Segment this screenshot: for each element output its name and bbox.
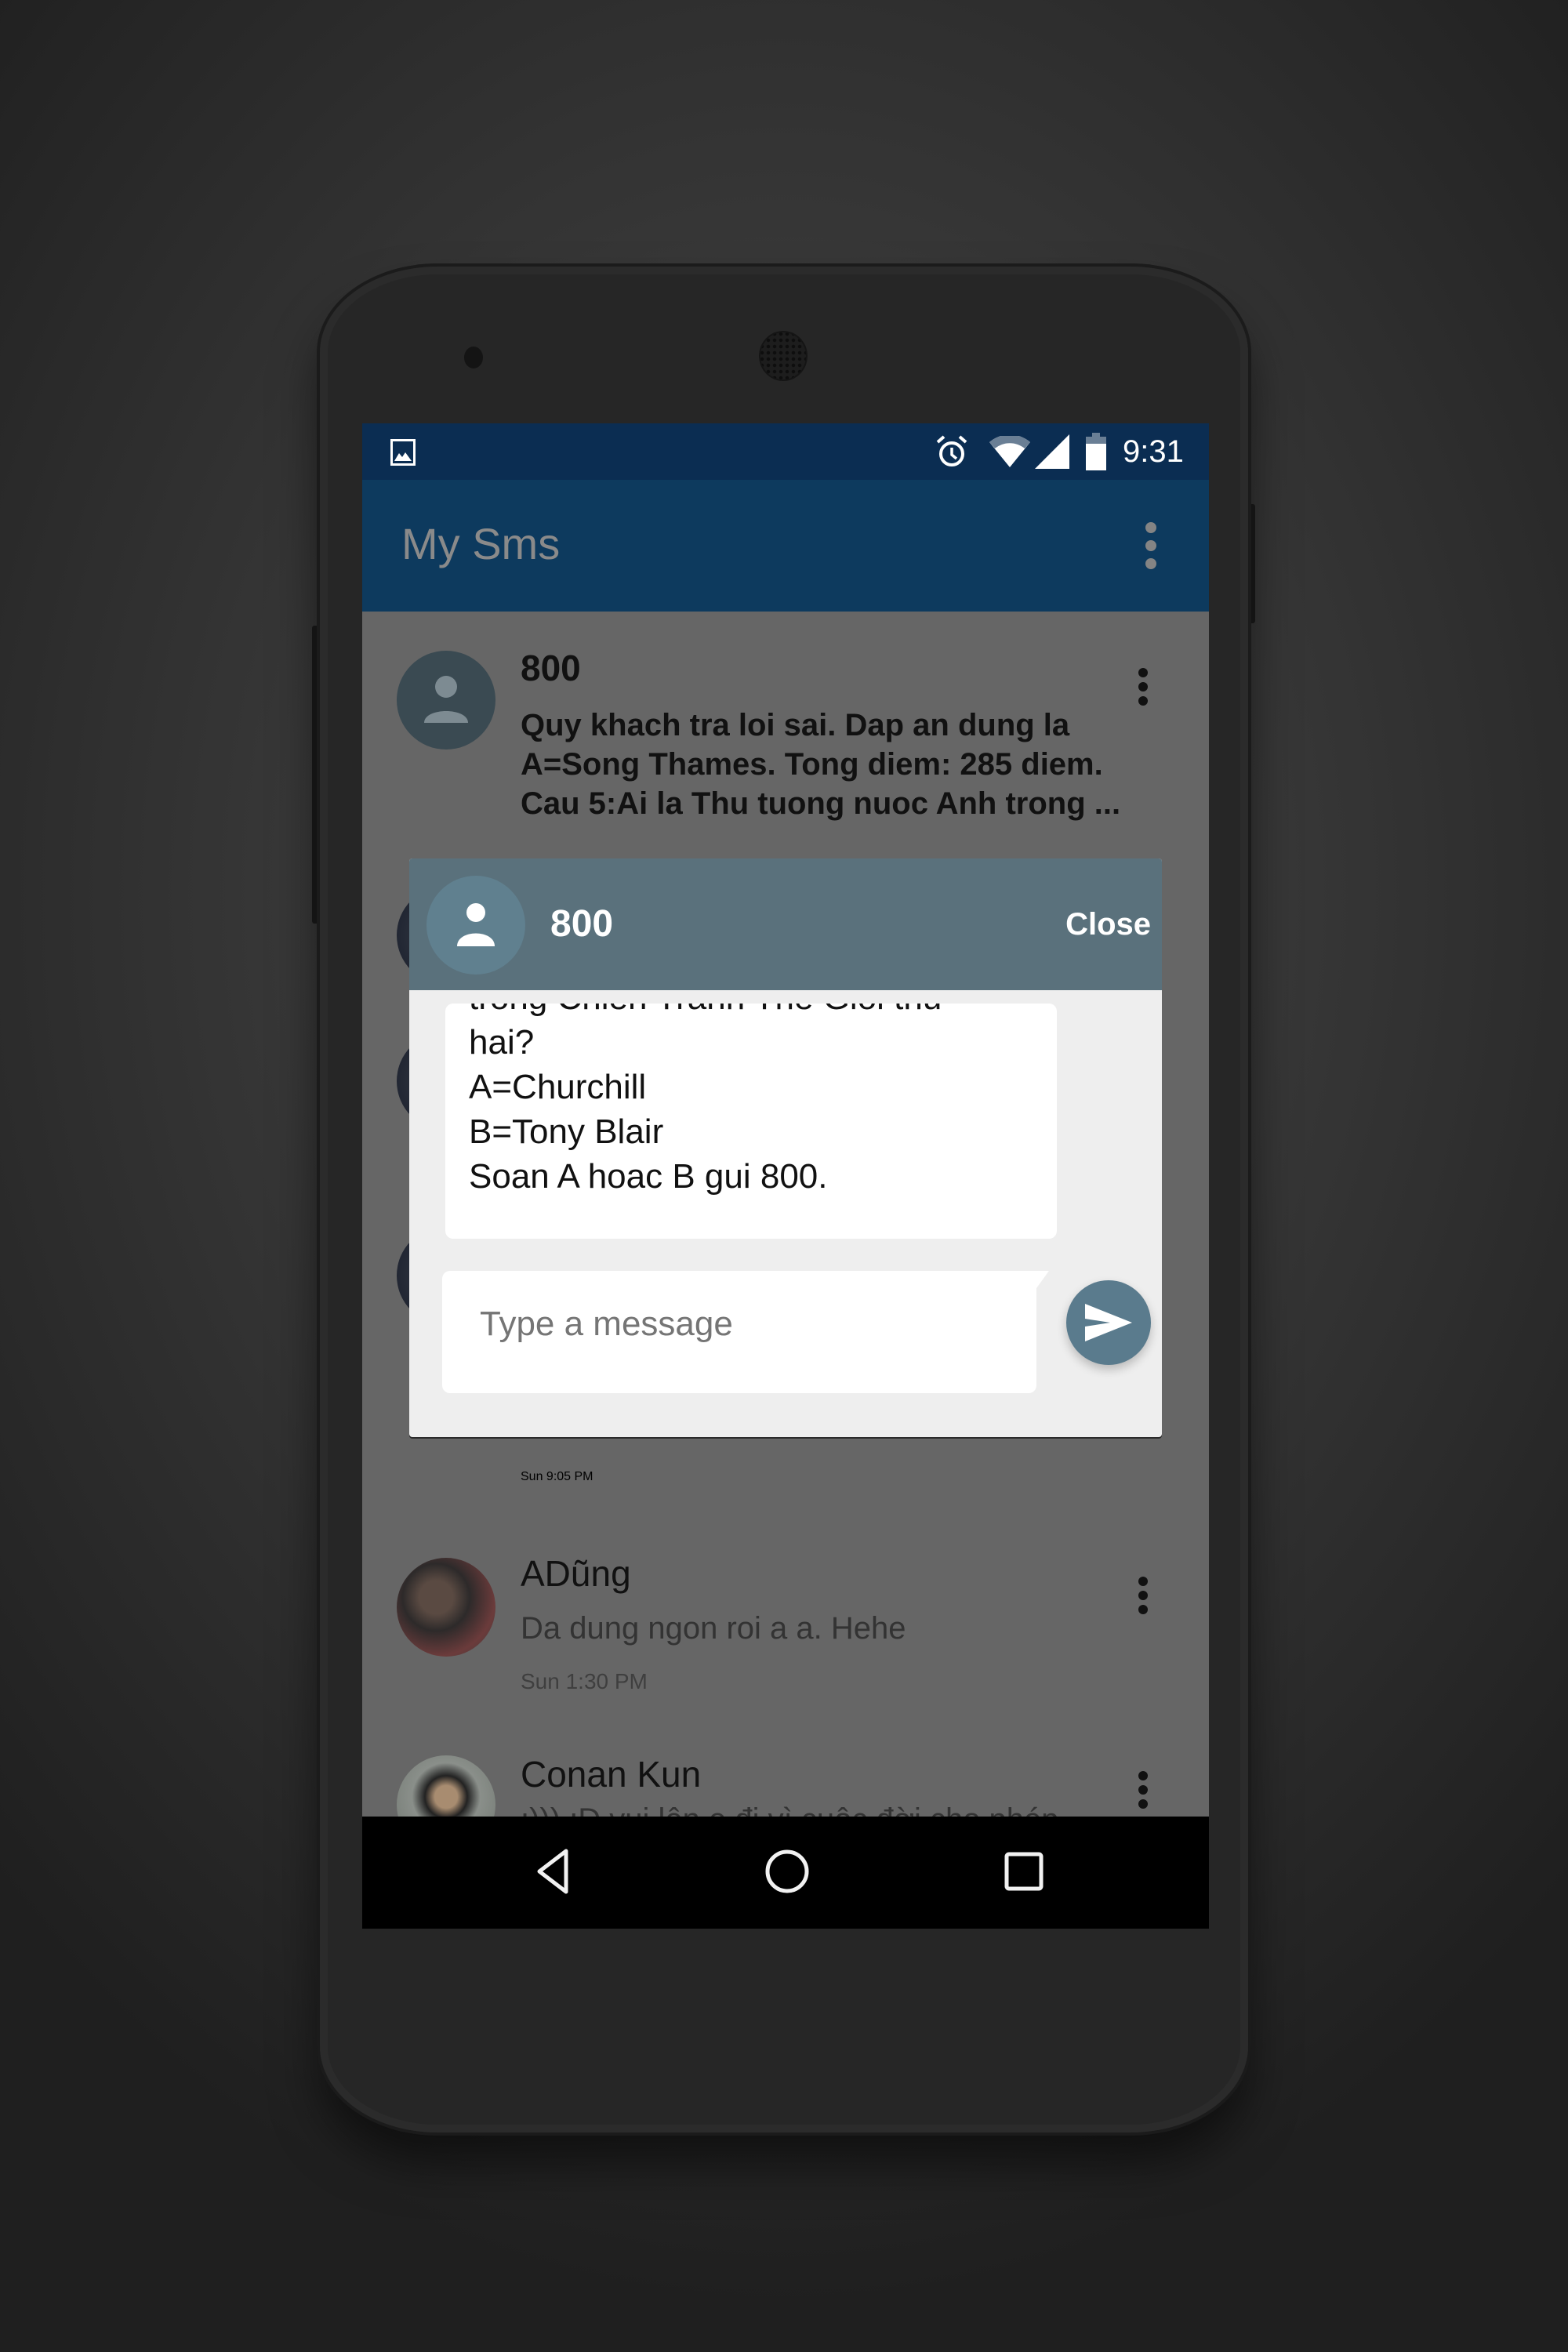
- earpiece-speaker: [759, 331, 808, 381]
- person-icon: [424, 676, 468, 723]
- app-title: My Sms: [401, 519, 561, 568]
- alarm-icon: [936, 435, 967, 466]
- close-button[interactable]: Close: [1065, 904, 1151, 945]
- more-vert-icon[interactable]: [1143, 522, 1159, 569]
- system-nav-bar: [362, 1817, 1209, 1929]
- send-button[interactable]: [1066, 1280, 1151, 1365]
- cell-signal-icon: [1035, 434, 1069, 469]
- conversation-name: 800: [521, 648, 581, 688]
- avatar: [397, 651, 495, 750]
- dialog-header: 800 Close: [409, 858, 1162, 990]
- gallery-notification-icon: [390, 439, 416, 466]
- power-button: [1248, 504, 1255, 623]
- compose-box: [442, 1271, 1062, 1393]
- back-icon[interactable]: [528, 1846, 579, 1896]
- message-bubble: trong Chien Tranh The Gioi thu hai? A=Ch…: [445, 1004, 1057, 1239]
- avatar: [397, 1558, 495, 1657]
- send-icon: [1085, 1304, 1132, 1341]
- volume-button: [312, 626, 319, 924]
- avatar: [426, 876, 525, 975]
- conversation-snippet: Da dung ngon roi a a. Hehe: [521, 1611, 906, 1646]
- wifi-icon: [989, 436, 1030, 467]
- more-vert-icon[interactable]: [1137, 1577, 1149, 1614]
- status-clock: 9:31: [1123, 434, 1184, 469]
- conversation-snippet: Quy khach tra loi sai. Dap an dung la A=…: [521, 708, 1121, 821]
- status-bar: 9:31: [362, 423, 1209, 480]
- recents-icon[interactable]: [999, 1846, 1049, 1896]
- quick-reply-dialog: 800 Close trong Chien Tranh The Gioi thu…: [409, 858, 1162, 1437]
- conversation-name: ADũng: [521, 1553, 631, 1594]
- conversation-name: Conan Kun: [521, 1754, 702, 1795]
- conversation-item[interactable]: 800 Quy khach tra loi sai. Dap an dung l…: [362, 612, 1209, 847]
- person-icon: [457, 903, 495, 946]
- phone-screen: 9:31 My Sms 800 Quy khach tra loi sai. D…: [362, 423, 1209, 1929]
- message-input[interactable]: [480, 1301, 997, 1348]
- message-text: trong Chien Tranh The Gioi thu hai? A=Ch…: [469, 1004, 942, 1196]
- more-vert-icon[interactable]: [1137, 1771, 1149, 1809]
- conversation-item[interactable]: ADũng Da dung ngon roi a a. Hehe Sun 1:3…: [362, 1525, 1209, 1729]
- home-icon[interactable]: [762, 1846, 812, 1896]
- battery-icon: [1086, 433, 1106, 470]
- app-bar: My Sms: [362, 480, 1209, 612]
- front-camera: [464, 347, 483, 368]
- conversation-time: Sun 9:05 PM: [521, 1470, 593, 1483]
- more-vert-icon[interactable]: [1137, 668, 1149, 706]
- dialog-title: 800: [550, 903, 614, 945]
- conversation-time: Sun 1:30 PM: [521, 1669, 648, 1693]
